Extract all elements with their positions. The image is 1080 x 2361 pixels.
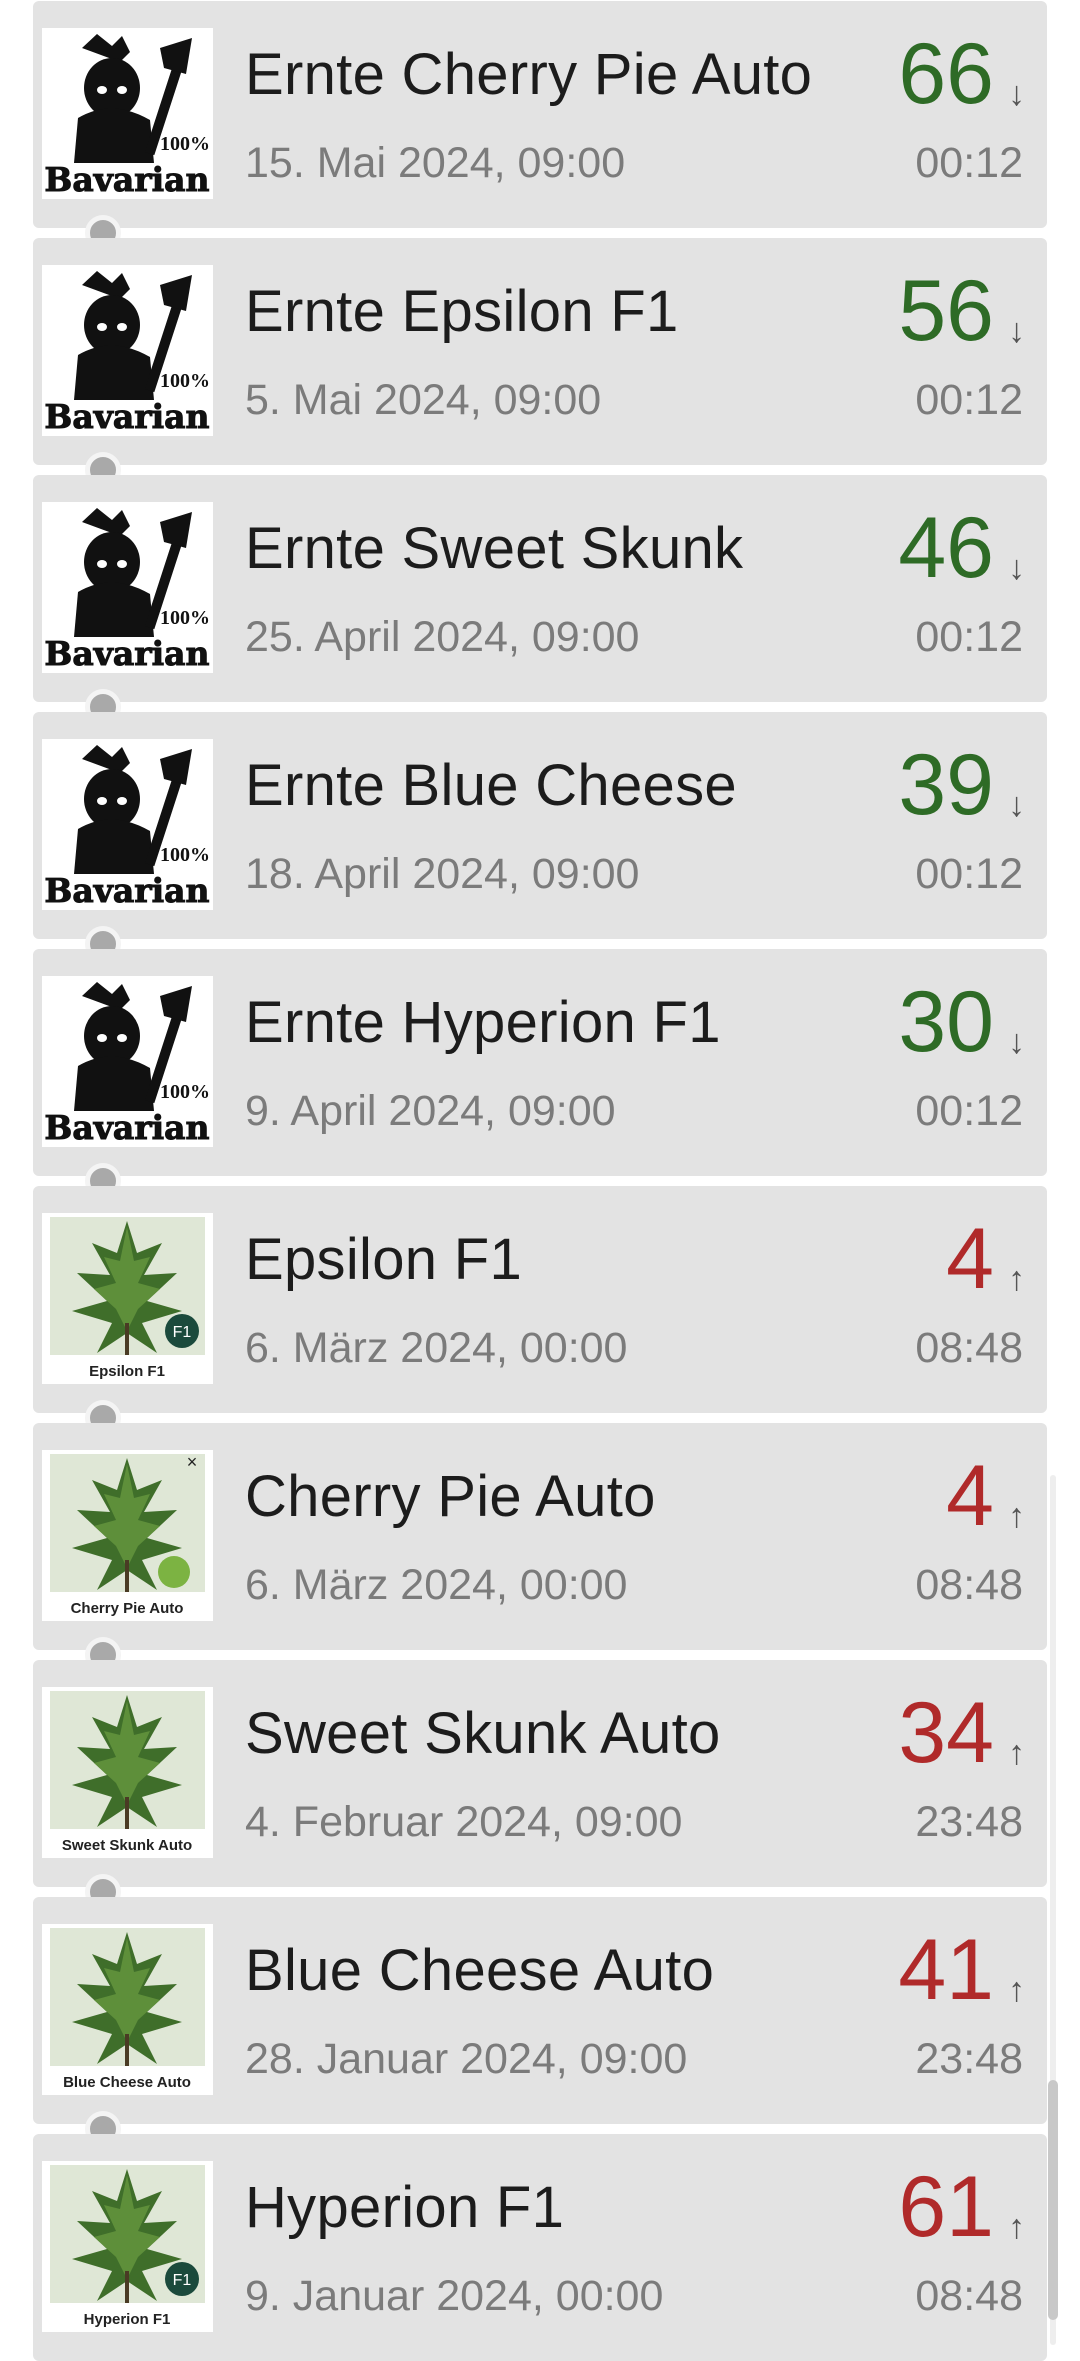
logo-percent-text: 100% (160, 1081, 210, 1103)
item-thumbnail: F1 Epsilon F1 (42, 1213, 213, 1384)
logo-percent-text: 100% (160, 133, 210, 155)
item-time: 08:48 (915, 1324, 1023, 1372)
logo-caption-text: Bavarian (44, 397, 209, 436)
item-thumbnail: F1 Hyperion F1 (42, 2161, 213, 2332)
item-thumbnail: 100% Bavarian (42, 739, 213, 910)
item-count: 30 (898, 974, 994, 1070)
item-date: 15. Mai 2024, 09:00 (245, 139, 626, 187)
item-date: 28. Januar 2024, 09:00 (245, 2035, 688, 2083)
item-date: 4. Februar 2024, 09:00 (245, 1798, 683, 1846)
item-title: Epsilon F1 (245, 1227, 523, 1292)
plant-photo-icon: Blue Cheese Auto (42, 1924, 213, 2095)
item-thumbnail: Sweet Skunk Auto (42, 1687, 213, 1858)
plant-photo-icon: × Cherry Pie Auto (42, 1450, 213, 1621)
bavarian-logo-icon: 100% Bavarian (42, 976, 213, 1147)
item-count: 4 (946, 1211, 994, 1307)
item-title: Ernte Cherry Pie Auto (245, 42, 813, 107)
list-item[interactable]: Sweet Skunk Auto Sweet Skunk Auto 4. Febru… (33, 1660, 1047, 1887)
thumb-caption-text: Cherry Pie Auto (71, 1600, 184, 1617)
list-item[interactable]: 100% Bavarian Ernte Sweet Skunk 25. April 2… (33, 475, 1047, 702)
item-count: 61 (898, 2159, 994, 2255)
list-item[interactable]: × Cherry Pie Auto Cherry Pie Auto 6. März 2… (33, 1423, 1047, 1650)
item-date: 5. Mai 2024, 09:00 (245, 376, 602, 424)
item-date: 6. März 2024, 00:00 (245, 1561, 628, 1609)
item-thumbnail: 100% Bavarian (42, 28, 213, 199)
logo-percent-text: 100% (160, 844, 210, 866)
arrow-down-icon: ↓ (1008, 549, 1025, 587)
thumb-caption-text: Blue Cheese Auto (63, 2074, 191, 2091)
item-date: 9. April 2024, 09:00 (245, 1087, 616, 1135)
item-title: Cherry Pie Auto (245, 1464, 656, 1529)
item-thumbnail: × Cherry Pie Auto (42, 1450, 213, 1621)
item-time: 08:48 (915, 1561, 1023, 1609)
item-title: Hyperion F1 (245, 2175, 565, 2240)
item-thumbnail: 100% Bavarian (42, 502, 213, 673)
arrow-down-icon: ↓ (1008, 312, 1025, 350)
list-item[interactable]: 100% Bavarian Ernte Blue Cheese 18. April 2… (33, 712, 1047, 939)
arrow-up-icon: ↑ (1008, 1734, 1025, 1772)
item-time: 23:48 (915, 1798, 1023, 1846)
bavarian-logo-icon: 100% Bavarian (42, 265, 213, 436)
logo-percent-text: 100% (160, 607, 210, 629)
item-count: 34 (898, 1685, 994, 1781)
plant-photo-icon: F1 Epsilon F1 (42, 1213, 213, 1384)
item-date: 25. April 2024, 09:00 (245, 613, 640, 661)
item-date: 9. Januar 2024, 00:00 (245, 2272, 664, 2320)
thumb-close-icon: × (187, 1452, 198, 1472)
item-time: 00:12 (915, 1087, 1023, 1135)
item-title: Blue Cheese Auto (245, 1938, 715, 2003)
item-time: 08:48 (915, 2272, 1023, 2320)
arrow-up-icon: ↑ (1008, 1260, 1025, 1298)
item-title: Ernte Epsilon F1 (245, 279, 679, 344)
list-item[interactable]: 100% Bavarian Ernte Cherry Pie Auto 15. Mai… (33, 1, 1047, 228)
arrow-up-icon: ↑ (1008, 1971, 1025, 2009)
thumb-badge-text: F1 (173, 1324, 192, 1341)
item-count: 39 (898, 737, 994, 833)
arrow-down-icon: ↓ (1008, 1023, 1025, 1061)
item-count: 41 (898, 1922, 994, 2018)
list-item[interactable]: F1 Hyperion F1 Hyperion F1 9. Januar 2024, … (33, 2134, 1047, 2361)
list-item[interactable]: Blue Cheese Auto Blue Cheese Auto 28. Janu… (33, 1897, 1047, 2124)
item-count: 46 (898, 500, 994, 596)
arrow-down-icon: ↓ (1008, 786, 1025, 824)
arrow-down-icon: ↓ (1008, 75, 1025, 113)
item-time: 00:12 (915, 613, 1023, 661)
item-title: Ernte Blue Cheese (245, 753, 737, 818)
item-time: 00:12 (915, 376, 1023, 424)
thumb-caption-text: Hyperion F1 (84, 2311, 171, 2328)
arrow-up-icon: ↑ (1008, 1497, 1025, 1535)
plant-photo-icon: Sweet Skunk Auto (42, 1687, 213, 1858)
bavarian-logo-icon: 100% Bavarian (42, 28, 213, 199)
logo-caption-text: Bavarian (44, 871, 209, 910)
bavarian-logo-icon: 100% Bavarian (42, 739, 213, 910)
bavarian-logo-icon: 100% Bavarian (42, 502, 213, 673)
item-thumbnail: 100% Bavarian (42, 976, 213, 1147)
item-thumbnail: Blue Cheese Auto (42, 1924, 213, 2095)
thumb-badge-text: F1 (173, 2272, 192, 2289)
item-time: 00:12 (915, 139, 1023, 187)
item-thumbnail: 100% Bavarian (42, 265, 213, 436)
item-time: 23:48 (915, 2035, 1023, 2083)
plant-photo-icon: F1 Hyperion F1 (42, 2161, 213, 2332)
item-time: 00:12 (915, 850, 1023, 898)
thumb-caption-text: Epsilon F1 (89, 1363, 165, 1380)
logo-caption-text: Bavarian (44, 160, 209, 199)
item-count: 66 (898, 26, 994, 122)
list-item[interactable]: 100% Bavarian Ernte Hyperion F1 9. April 20… (33, 949, 1047, 1176)
item-count: 56 (898, 263, 994, 359)
thumb-caption-text: Sweet Skunk Auto (62, 1837, 192, 1854)
scrollbar-thumb[interactable] (1048, 2080, 1058, 2320)
arrow-up-icon: ↑ (1008, 2208, 1025, 2246)
list-item[interactable]: F1 Epsilon F1 Epsilon F1 6. März 2024, 00:0… (33, 1186, 1047, 1413)
logo-caption-text: Bavarian (44, 1108, 209, 1147)
list-item[interactable]: 100% Bavarian Ernte Epsilon F1 5. Mai 2024,… (33, 238, 1047, 465)
item-date: 18. April 2024, 09:00 (245, 850, 640, 898)
item-title: Sweet Skunk Auto (245, 1701, 721, 1766)
item-date: 6. März 2024, 00:00 (245, 1324, 628, 1372)
logo-caption-text: Bavarian (44, 634, 209, 673)
logo-percent-text: 100% (160, 370, 210, 392)
item-count: 4 (946, 1448, 994, 1544)
item-title: Ernte Sweet Skunk (245, 516, 744, 581)
item-title: Ernte Hyperion F1 (245, 990, 721, 1055)
